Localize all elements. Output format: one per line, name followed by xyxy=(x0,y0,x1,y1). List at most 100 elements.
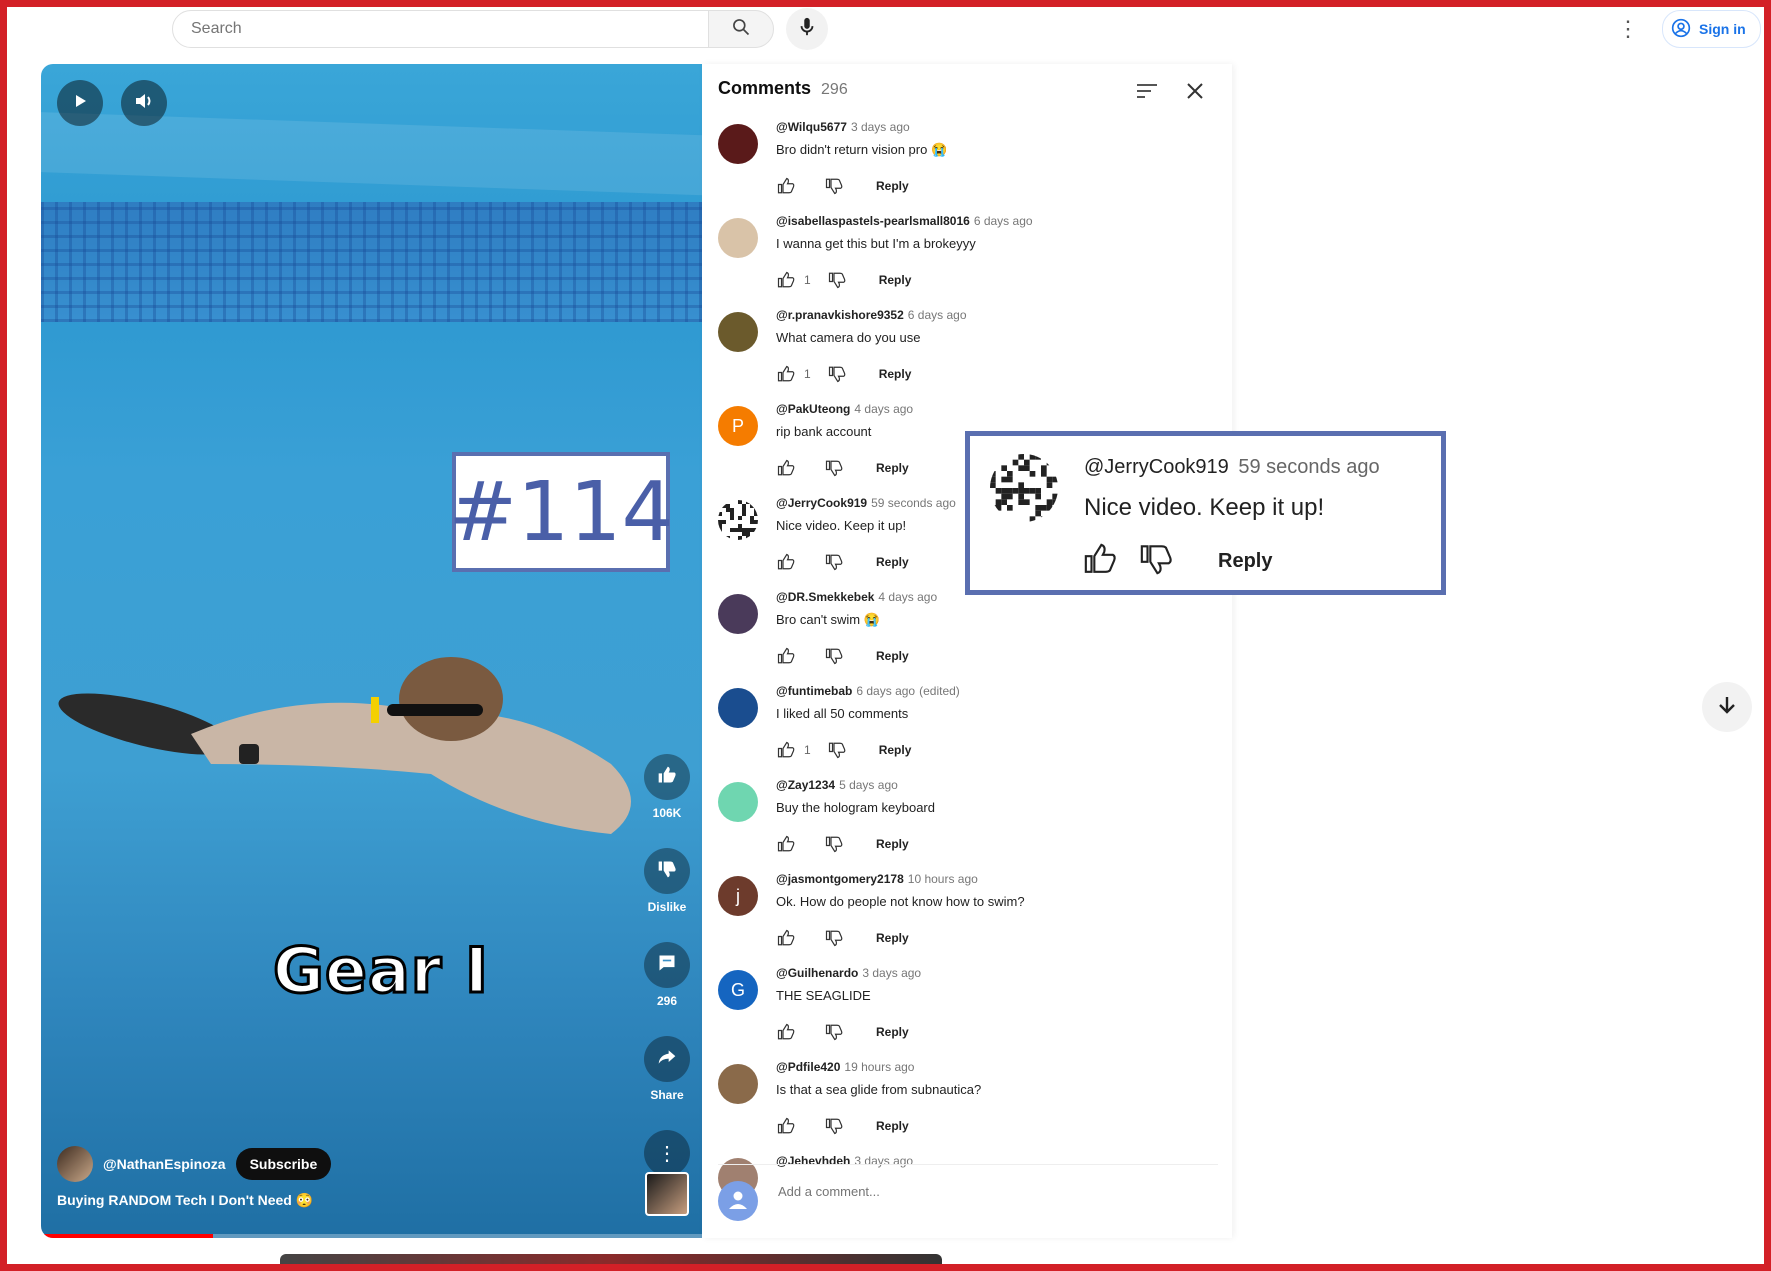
like-action[interactable]: 106K xyxy=(638,754,696,820)
thumbs-up-icon[interactable] xyxy=(774,174,798,198)
reply-button[interactable]: Reply xyxy=(876,461,909,475)
sort-comments-button[interactable] xyxy=(1132,78,1162,108)
thumbs-down-icon[interactable] xyxy=(1138,542,1174,581)
thumbs-up-icon[interactable] xyxy=(1082,542,1118,581)
reply-button[interactable]: Reply xyxy=(876,1119,909,1133)
commenter-avatar[interactable]: G xyxy=(718,970,758,1010)
mute-button[interactable] xyxy=(121,80,167,126)
more-options-button[interactable]: ⋮ xyxy=(644,1130,690,1176)
thumbs-up-icon[interactable] xyxy=(774,362,798,386)
thumbs-down-icon[interactable] xyxy=(822,1020,846,1044)
settings-menu-button[interactable]: ⋮ xyxy=(1617,14,1639,44)
thumbs-down-icon[interactable] xyxy=(822,1114,846,1138)
sign-in-button[interactable]: Sign in xyxy=(1662,10,1761,48)
commenter-avatar[interactable] xyxy=(718,312,758,352)
reply-button[interactable]: Reply xyxy=(876,837,909,851)
close-comments-button[interactable] xyxy=(1180,78,1210,108)
comment-time[interactable]: 6 days ago xyxy=(856,684,915,698)
comment-time[interactable]: 6 days ago xyxy=(974,214,1033,228)
commenter-avatar[interactable] xyxy=(718,218,758,258)
comment-user[interactable]: @DR.Smekkebek xyxy=(776,590,874,604)
reply-button[interactable]: Reply xyxy=(879,743,912,757)
commenter-avatar[interactable] xyxy=(718,500,758,540)
thumbs-up-icon[interactable] xyxy=(774,738,798,762)
comment-time[interactable]: 3 days ago xyxy=(862,966,921,980)
reply-button[interactable]: Reply xyxy=(876,1025,909,1039)
comments-button[interactable] xyxy=(644,942,690,988)
thumbs-down-icon[interactable] xyxy=(825,362,849,386)
comment-user[interactable]: @Zay1234 xyxy=(776,778,835,792)
thumbs-up-icon[interactable] xyxy=(774,456,798,480)
comment-time[interactable]: 6 days ago xyxy=(908,308,967,322)
comment-user[interactable]: @isabellaspastels-pearlsmall8016 xyxy=(776,214,970,228)
next-video-preview[interactable] xyxy=(280,1254,942,1264)
comment-user[interactable]: @Guilhenardo xyxy=(776,966,858,980)
thumbs-up-icon[interactable] xyxy=(774,644,798,668)
commenter-avatar[interactable]: P xyxy=(718,406,758,446)
thumbs-up-icon[interactable] xyxy=(774,832,798,856)
share-action[interactable]: Share xyxy=(638,1036,696,1102)
dislike-button[interactable] xyxy=(644,848,690,894)
reply-button[interactable]: Reply xyxy=(879,273,912,287)
thumbs-down-icon[interactable] xyxy=(822,550,846,574)
dislike-action[interactable]: Dislike xyxy=(638,848,696,914)
commenter-avatar[interactable] xyxy=(718,782,758,822)
thumbs-up-icon[interactable] xyxy=(774,1020,798,1044)
reply-button[interactable]: Reply xyxy=(876,179,909,193)
commenter-avatar[interactable] xyxy=(718,124,758,164)
reply-button[interactable]: Reply xyxy=(876,931,909,945)
comment-user[interactable]: @JerryCook919 xyxy=(776,496,867,510)
thumbs-up-icon[interactable] xyxy=(774,550,798,574)
thumbs-down-icon[interactable] xyxy=(822,832,846,856)
subscribe-button[interactable]: Subscribe xyxy=(235,1148,332,1180)
comment-user[interactable]: @jasmontgomery2178 xyxy=(776,872,904,886)
thumbs-down-icon[interactable] xyxy=(825,738,849,762)
zoom-reply-button[interactable]: Reply xyxy=(1218,550,1272,573)
share-button[interactable] xyxy=(644,1036,690,1082)
comment-time[interactable]: 3 days ago xyxy=(851,120,910,134)
voice-search-button[interactable] xyxy=(786,8,828,50)
thumbs-up-icon[interactable] xyxy=(774,1114,798,1138)
video-title[interactable]: Buying RANDOM Tech I Don't Need 😳 xyxy=(57,1192,313,1209)
channel-name[interactable]: @NathanEspinoza xyxy=(103,1156,226,1172)
comment-time[interactable]: 19 hours ago xyxy=(844,1060,914,1074)
comment-user[interactable]: @Wilqu5677 xyxy=(776,120,847,134)
play-button[interactable] xyxy=(57,80,103,126)
comment-user[interactable]: @r.pranavkishore9352 xyxy=(776,308,904,322)
sound-thumbnail[interactable] xyxy=(645,1172,689,1216)
video-progress-bar[interactable] xyxy=(41,1234,702,1238)
comment-user[interactable]: @PakUteong xyxy=(776,402,850,416)
like-button[interactable] xyxy=(644,754,690,800)
comment-user[interactable]: @funtimebab xyxy=(776,684,852,698)
comments-action[interactable]: 296 xyxy=(638,942,696,1008)
reply-button[interactable]: Reply xyxy=(876,555,909,569)
channel-avatar[interactable] xyxy=(57,1146,93,1182)
scroll-down-button[interactable] xyxy=(1702,682,1752,732)
commenter-avatar[interactable] xyxy=(718,688,758,728)
thumbs-down-icon[interactable] xyxy=(825,268,849,292)
reply-button[interactable]: Reply xyxy=(879,367,912,381)
zoom-comment-user[interactable]: @JerryCook919 xyxy=(1084,456,1229,478)
reply-button[interactable]: Reply xyxy=(876,649,909,663)
thumbs-down-icon[interactable] xyxy=(822,644,846,668)
comment-time[interactable]: 59 seconds ago xyxy=(871,496,956,510)
search-box[interactable] xyxy=(172,10,710,48)
thumbs-down-icon[interactable] xyxy=(822,926,846,950)
comment-time[interactable]: 5 days ago xyxy=(839,778,898,792)
thumbs-up-icon[interactable] xyxy=(774,926,798,950)
thumbs-down-icon[interactable] xyxy=(822,456,846,480)
thumbs-down-icon[interactable] xyxy=(822,174,846,198)
comment-time[interactable]: 4 days ago xyxy=(854,402,913,416)
commenter-avatar[interactable] xyxy=(718,594,758,634)
shorts-video-player[interactable]: Gear I 106K Dislike 296 Share ⋮ @NathanE… xyxy=(41,64,702,1238)
commenter-avatar[interactable]: j xyxy=(718,876,758,916)
search-button[interactable] xyxy=(708,10,774,48)
comment-time[interactable]: 10 hours ago xyxy=(908,872,978,886)
add-comment-input[interactable] xyxy=(776,1183,1220,1200)
comment-time[interactable]: 4 days ago xyxy=(878,590,937,604)
commenter-avatar[interactable] xyxy=(718,1064,758,1104)
search-input[interactable] xyxy=(189,11,673,47)
comment-user[interactable]: @Pdfile420 xyxy=(776,1060,840,1074)
more-action[interactable]: ⋮ xyxy=(638,1130,696,1176)
thumbs-up-icon[interactable] xyxy=(774,268,798,292)
